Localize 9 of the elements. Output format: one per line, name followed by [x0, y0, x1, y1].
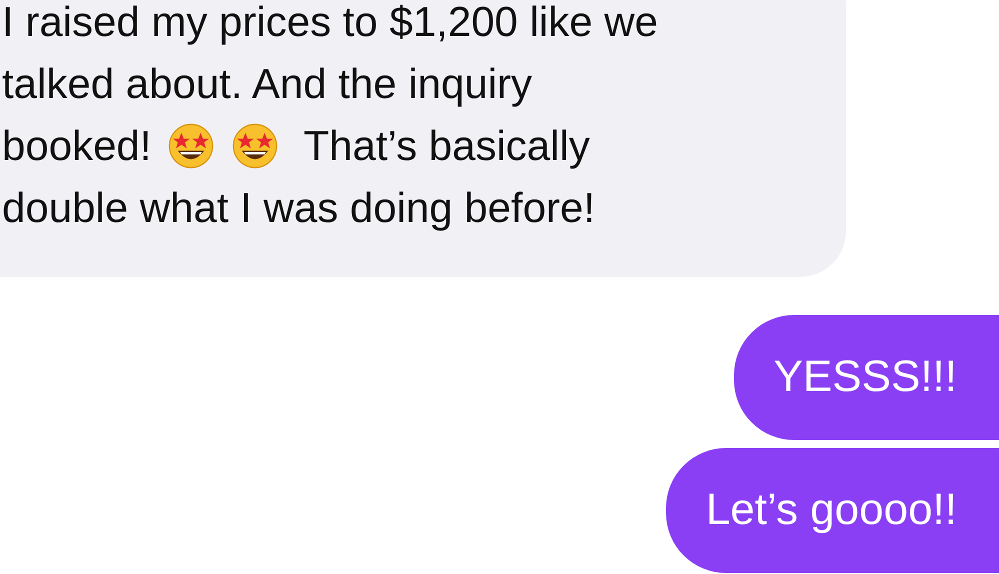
- message-text: Let’s goooo!!: [706, 484, 957, 536]
- star-eyes-emoji-icon: [231, 122, 280, 170]
- message-text: double what I was doing before!: [2, 183, 596, 233]
- message-text: talked about. And the inquiry: [2, 59, 532, 109]
- message-text: YESSS!!!: [774, 351, 957, 403]
- star-eyes-emoji-icon: [167, 122, 216, 170]
- message-text: That’s basically: [303, 121, 590, 171]
- message-text: I raised my prices to $1,200 like we: [2, 0, 658, 47]
- message-text: booked!: [2, 121, 152, 171]
